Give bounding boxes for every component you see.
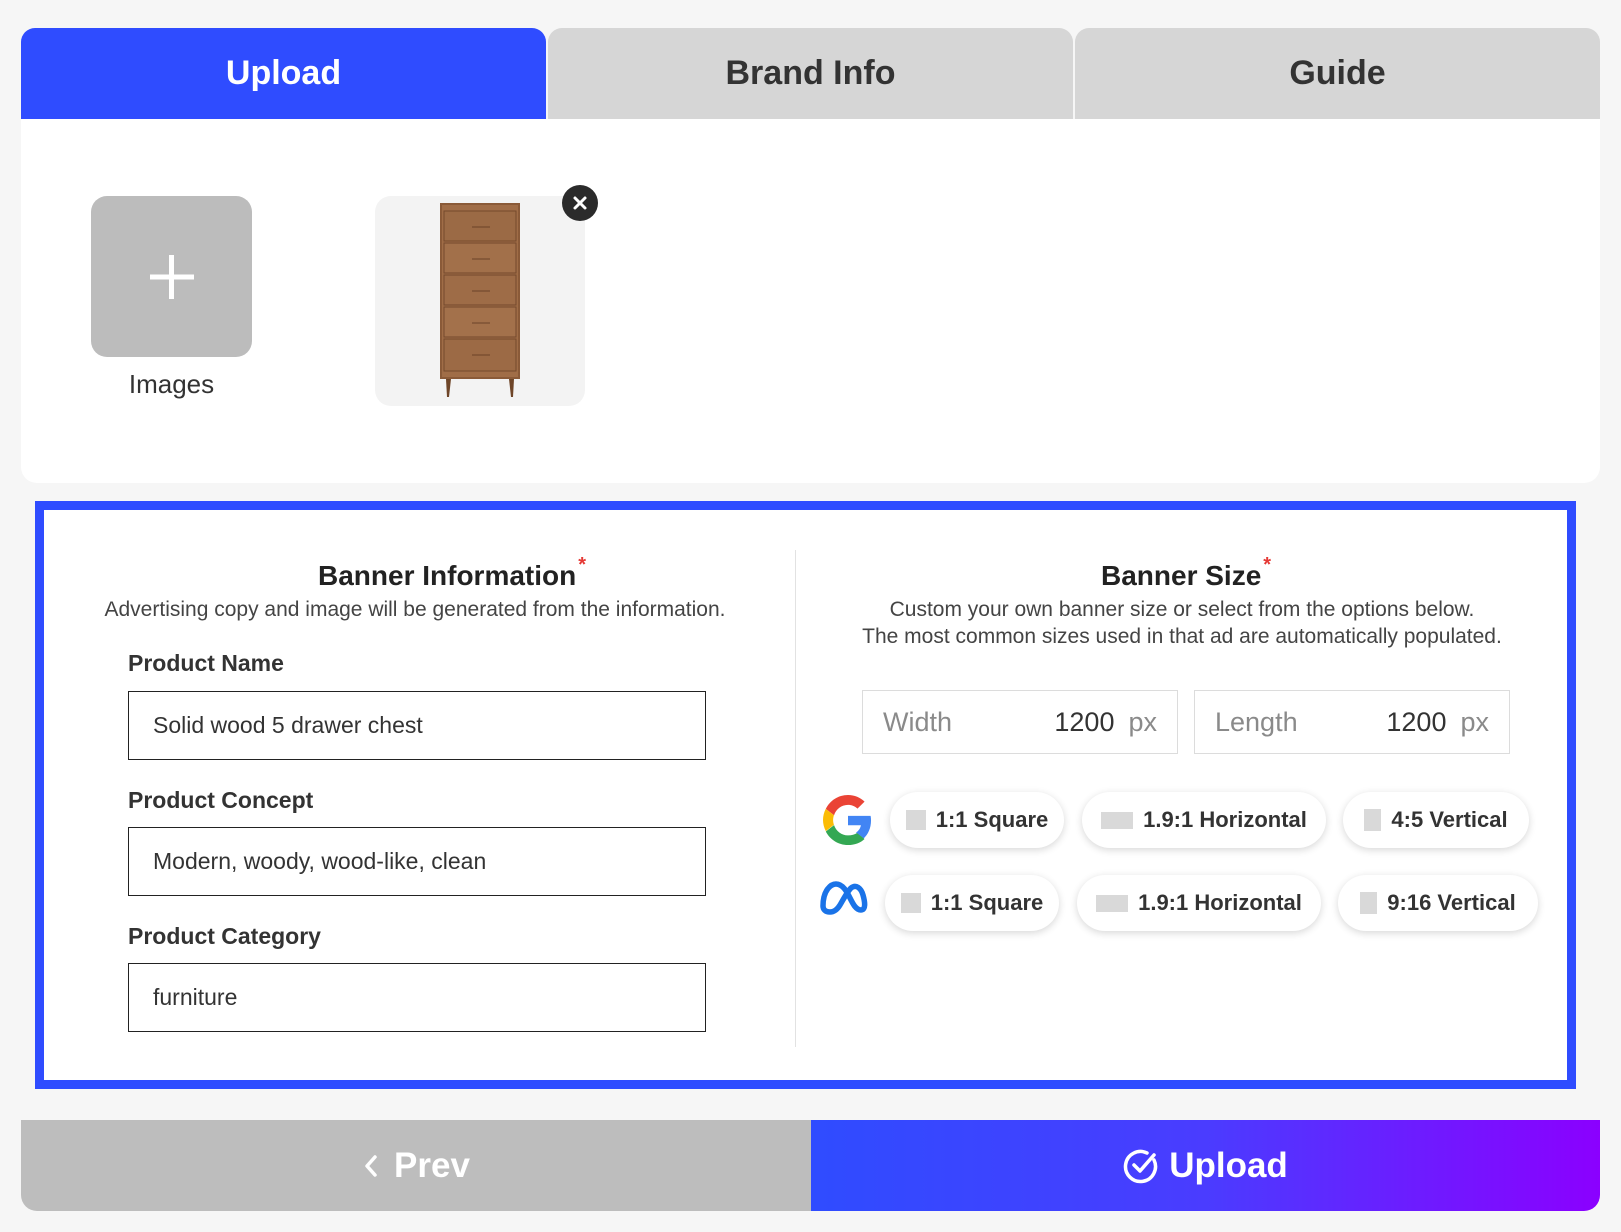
google-square-label: 1:1 Square (935, 807, 1049, 832)
google-icon (823, 795, 873, 845)
google-square-option[interactable]: 1:1 Square (890, 792, 1064, 848)
tab-brand-info[interactable]: Brand Info (548, 28, 1073, 119)
upload-button-label: Upload (1169, 1145, 1288, 1185)
product-category-input[interactable]: furniture (128, 963, 706, 1032)
banner-information-title: Banner Information * (318, 554, 586, 592)
square-ratio-icon (905, 810, 926, 830)
width-unit: px (1128, 706, 1157, 737)
prev-button[interactable]: Prev (21, 1120, 811, 1211)
product-category-label: Product Category (128, 923, 321, 949)
google-horizontal-option[interactable]: 1.9:1 Horizontal (1082, 792, 1326, 848)
length-label: Length (1215, 706, 1298, 737)
banner-size-title: Banner Size * (1101, 554, 1271, 592)
meta-square-option[interactable]: 1:1 Square (885, 875, 1059, 931)
google-horizontal-label: 1.9:1 Horizontal (1143, 807, 1307, 832)
remove-image-button[interactable] (562, 185, 598, 221)
uploaded-image-thumbnail[interactable] (375, 196, 585, 406)
banner-size-description-line2: The most common sizes used in that ad ar… (862, 625, 1502, 648)
horizontal-ratio-icon (1101, 811, 1134, 829)
banner-information-description: Advertising copy and image will be gener… (104, 598, 726, 621)
tab-bar: Upload Brand Info Guide (21, 28, 1600, 119)
banner-size-description: Custom your own banner size or select fr… (796, 596, 1568, 650)
product-name-label: Product Name (128, 650, 284, 676)
check-circle-icon (1123, 1149, 1158, 1183)
width-value: 1200 (1054, 706, 1115, 737)
google-vertical-label: 4:5 Vertical (1391, 807, 1508, 832)
product-concept-label: Product Concept (128, 787, 314, 813)
meta-vertical-label: 9:16 Vertical (1387, 890, 1516, 915)
chevron-left-icon (365, 1154, 377, 1177)
image-upload-panel: Images (21, 119, 1600, 483)
add-image-label: Images (128, 369, 215, 399)
meta-horizontal-option[interactable]: 1.9:1 Horizontal (1077, 875, 1321, 931)
dresser-image (440, 203, 520, 397)
horizontal-ratio-icon (1096, 894, 1129, 912)
meta-horizontal-label: 1.9:1 Horizontal (1138, 890, 1302, 915)
tab-upload[interactable]: Upload (21, 28, 546, 119)
tab-guide[interactable]: Guide (1075, 28, 1600, 119)
upload-button[interactable]: Upload (811, 1120, 1600, 1211)
meta-square-label: 1:1 Square (930, 890, 1044, 915)
required-mark: * (578, 554, 587, 576)
close-icon (573, 196, 587, 210)
length-value: 1200 (1386, 706, 1447, 737)
length-unit: px (1460, 706, 1489, 737)
banner-information-title-text: Banner Information (318, 560, 577, 591)
meta-icon (817, 876, 869, 920)
required-mark: * (1263, 554, 1272, 576)
product-concept-input[interactable]: Modern, woody, wood-like, clean (128, 827, 706, 896)
width-label: Width (883, 706, 953, 737)
prev-button-label: Prev (394, 1145, 470, 1185)
meta-vertical-option[interactable]: 9:16 Vertical (1338, 875, 1538, 931)
banner-size-title-text: Banner Size (1101, 560, 1262, 591)
square-ratio-icon (900, 893, 921, 913)
width-input[interactable]: Width 1200 px (862, 690, 1178, 754)
add-image-button[interactable] (91, 196, 252, 357)
plus-icon (149, 254, 194, 299)
vertical-ratio-icon (1364, 809, 1382, 831)
product-name-input[interactable]: Solid wood 5 drawer chest (128, 691, 706, 760)
google-vertical-option[interactable]: 4:5 Vertical (1343, 792, 1529, 848)
length-input[interactable]: Length 1200 px (1194, 690, 1510, 754)
banner-size-description-line1: Custom your own banner size or select fr… (889, 598, 1475, 621)
banner-settings-panel: Banner Information * Advertising copy and… (35, 501, 1576, 1089)
vertical-ratio-icon (1360, 892, 1378, 914)
